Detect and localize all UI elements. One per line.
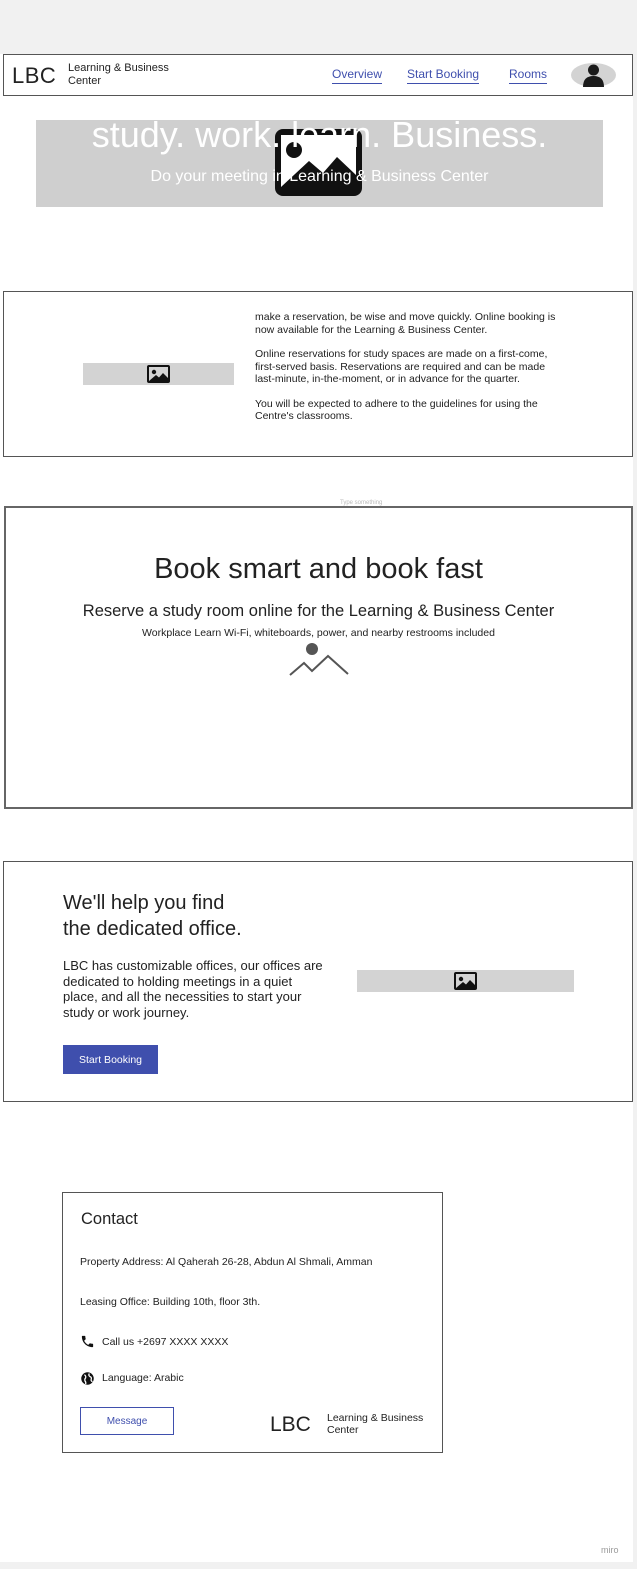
miro-watermark: miro: [601, 1545, 619, 1555]
image-icon: [454, 972, 477, 990]
info-paragraph: You will be expected to adhere to the gu…: [255, 397, 538, 423]
phone-icon: [81, 1335, 94, 1348]
canvas-background: [0, 0, 637, 54]
info-paragraph: make a reservation, be wise and move qui…: [255, 311, 556, 336]
dedicated-office-section: We'll help you find the dedicated office…: [3, 861, 633, 1102]
message-button[interactable]: Message: [80, 1407, 174, 1435]
image-placeholder: [83, 363, 234, 385]
booking-info-section: make a reservation, be wise and move qui…: [3, 291, 633, 457]
hero-subtitle: Do your meeting in Learning & Business C…: [150, 168, 489, 185]
section-text: LBC has customizable offices, our office…: [63, 958, 323, 1020]
image-placeholder-icon: [289, 643, 349, 676]
contact-title: Contact: [81, 1210, 138, 1228]
contact-card: Contact Property Address: Al Qaherah 26-…: [62, 1192, 443, 1453]
section-subtitle: Reserve a study room online for the Lear…: [82, 602, 555, 620]
section-caption: Workplace Learn Wi-Fi, whiteboards, powe…: [142, 627, 495, 639]
phone-number[interactable]: Call us +2697 XXXX XXXX: [102, 1336, 228, 1348]
hero-banner: study. work. learn. Business. Do your me…: [36, 114, 603, 207]
canvas-background: [0, 1562, 637, 1569]
header-logo[interactable]: LBC: [12, 63, 56, 89]
nav-rooms[interactable]: Rooms: [509, 67, 548, 84]
globe-icon: [81, 1372, 94, 1385]
language: Language: Arabic: [102, 1372, 184, 1384]
section-title: Book smart and book fast: [154, 553, 483, 585]
info-paragraph: Online reservations for study spaces are…: [255, 348, 548, 385]
nav-overview[interactable]: Overview: [332, 67, 383, 84]
booking-info-text: make a reservation, be wise and move qui…: [255, 311, 560, 435]
property-address: Property Address: Al Qaherah 26-28, Abdu…: [80, 1256, 373, 1268]
leasing-office: Leasing Office: Building 10th, floor 3th…: [80, 1296, 261, 1308]
book-smart-section: Book smart and book fast Reserve a study…: [4, 506, 633, 809]
site-header: LBC Learning & Business Center Overview …: [3, 54, 633, 96]
nav-start-booking[interactable]: Start Booking: [407, 67, 480, 84]
user-icon: [583, 64, 604, 87]
image-icon: [147, 365, 170, 383]
start-booking-button[interactable]: Start Booking: [63, 1045, 158, 1074]
title-line: the dedicated office.: [63, 918, 242, 940]
section-title: We'll help you find the dedicated office…: [63, 890, 303, 942]
title-line: We'll help you find: [63, 892, 225, 914]
image-placeholder: [357, 970, 574, 992]
header-logo-subtitle: Learning & Business Center: [68, 62, 169, 87]
canvas-background: [633, 0, 637, 1569]
footer-logo: LBC: [270, 1413, 311, 1436]
footer-logo-subtitle: Learning & Business Center: [327, 1412, 424, 1436]
hero-title: study. work. learn. Business.: [91, 114, 548, 155]
user-avatar[interactable]: [571, 63, 616, 87]
